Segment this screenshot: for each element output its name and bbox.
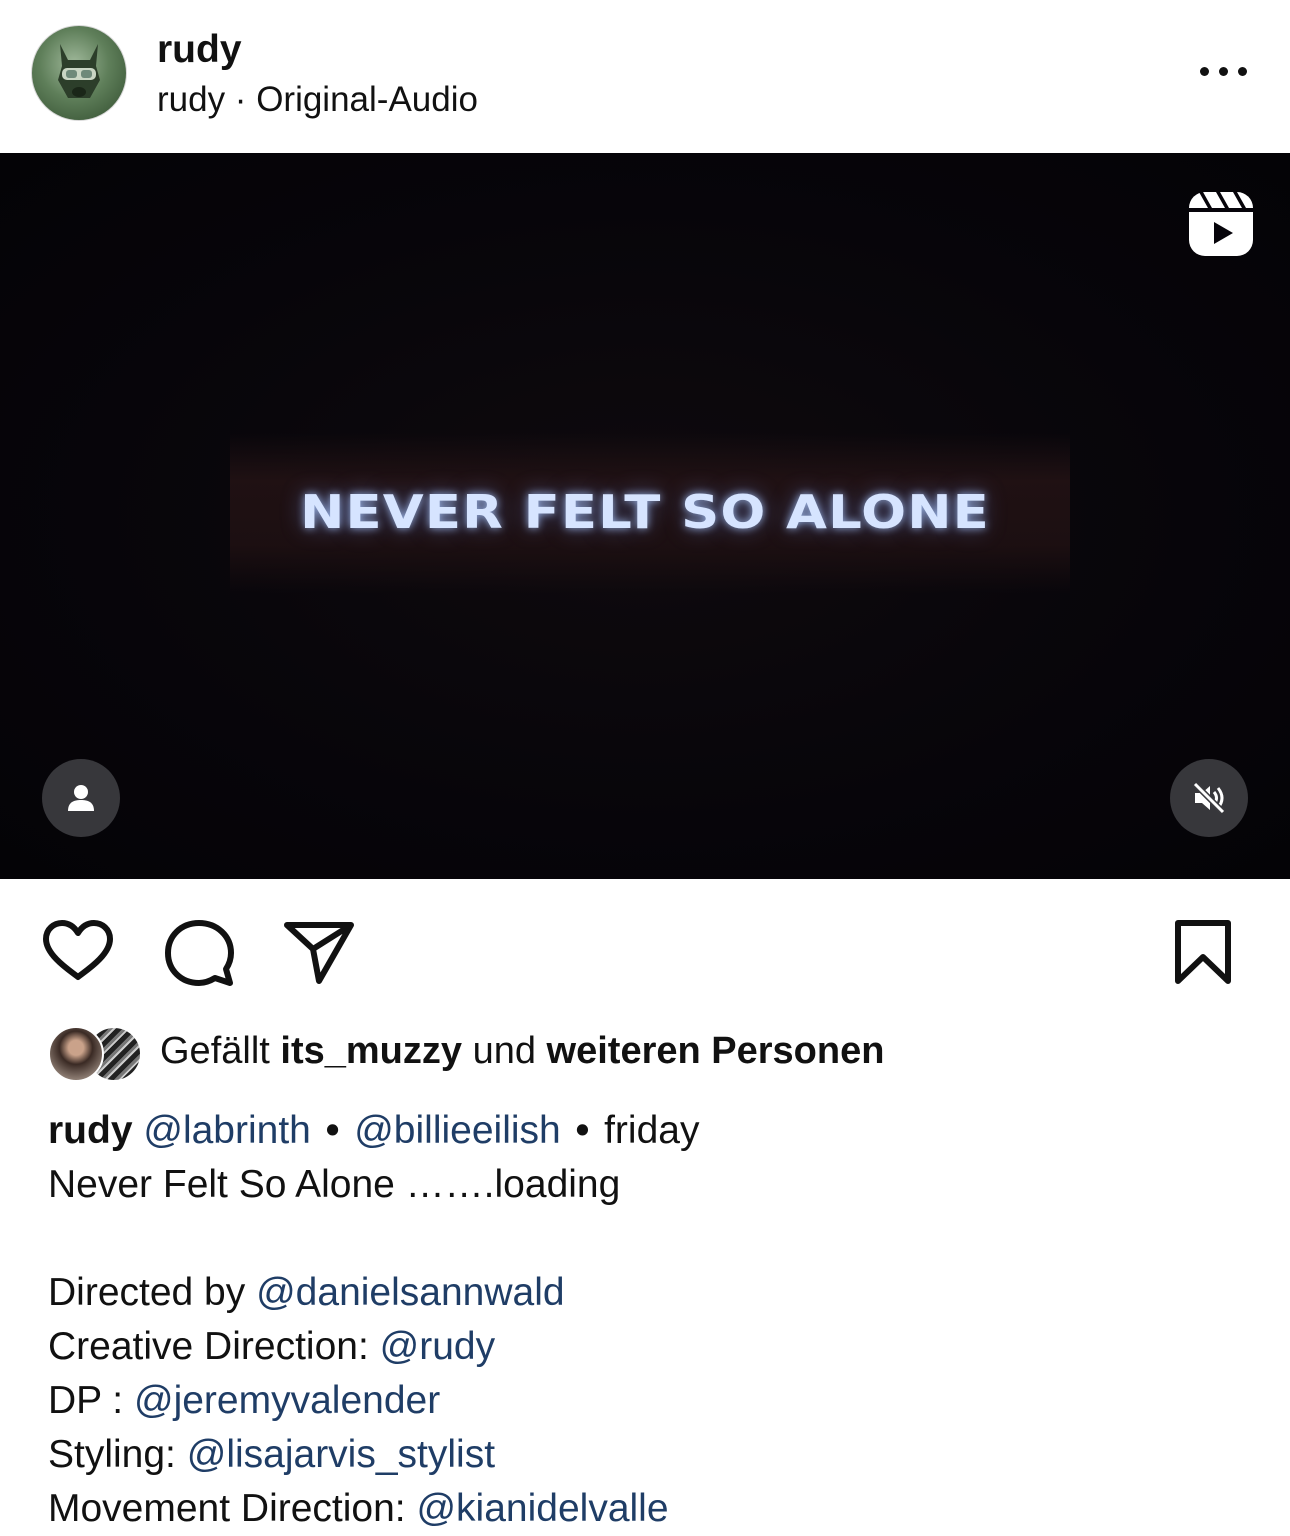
separator-dot: • — [325, 1109, 340, 1152]
person-tag-icon — [68, 785, 94, 811]
credit-line: Movement Direction: @kianidelvalle — [48, 1482, 1268, 1536]
mention-link[interactable]: @rudy — [380, 1325, 495, 1368]
heart-icon[interactable] — [42, 919, 114, 983]
mention-link[interactable]: @kianidelvalle — [416, 1487, 668, 1530]
speaker-muted-icon — [1192, 781, 1226, 815]
likes-others-link[interactable]: weiteren Personen — [547, 1030, 885, 1072]
likes-text: Gefällt its_muzzy und weiteren Personen — [160, 1030, 884, 1073]
bookmark-icon[interactable] — [1172, 919, 1234, 985]
credit-label: Movement Direction: — [48, 1487, 417, 1530]
credit-line: Styling: @lisajarvis_stylist — [48, 1428, 1268, 1482]
tagged-people-button[interactable] — [42, 759, 120, 837]
mention-link[interactable]: @billieeilish — [354, 1109, 561, 1152]
separator-dot: • — [575, 1109, 590, 1152]
credit-line: Directed by @danielsannwald — [48, 1266, 1268, 1320]
credit-label: DP : — [48, 1379, 134, 1422]
more-dot — [1238, 67, 1247, 76]
post-header: rudy rudy · Original-Audio — [0, 0, 1290, 153]
mute-toggle-button[interactable] — [1170, 759, 1248, 837]
caption-line: Never Felt So Alone …….loading — [48, 1163, 621, 1206]
credit-line: Creative Direction: @rudy — [48, 1320, 1268, 1374]
more-dot — [1219, 67, 1228, 76]
credit-line: DP : @jeremyvalender — [48, 1374, 1268, 1428]
post-audio-subline[interactable]: rudy · Original-Audio — [157, 80, 478, 120]
credit-label: Styling: — [48, 1433, 187, 1476]
post-caption: rudy @labrinth • @billieeilish • friday … — [48, 1104, 1268, 1536]
likes-prefix: Gefällt — [160, 1030, 281, 1072]
mention-link[interactable]: @danielsannwald — [256, 1271, 564, 1314]
caption-author[interactable]: rudy — [48, 1109, 133, 1152]
more-horizontal-icon — [1200, 67, 1209, 76]
credit-label: Creative Direction: — [48, 1325, 380, 1368]
profile-avatar[interactable] — [31, 25, 127, 121]
more-options-button[interactable] — [1196, 58, 1252, 86]
comment-bubble-icon[interactable] — [163, 917, 235, 989]
video-overlay-text: NEVER FELT SO ALONE — [300, 485, 990, 539]
likes-summary[interactable]: Gefällt its_muzzy und weiteren Personen — [48, 1026, 1248, 1082]
credit-label: Directed by — [48, 1271, 257, 1314]
paper-plane-icon[interactable] — [283, 919, 355, 985]
post-action-bar — [0, 879, 1290, 1009]
post-username[interactable]: rudy — [157, 28, 242, 72]
reel-video[interactable]: NEVER FELT SO ALONE — [0, 153, 1290, 879]
caption-time: friday — [604, 1109, 700, 1152]
mention-link[interactable]: @labrinth — [143, 1109, 311, 1152]
caption-line: rudy @labrinth • @billieeilish • friday — [48, 1104, 1268, 1158]
liker-avatar — [48, 1026, 104, 1082]
likes-user-link[interactable]: its_muzzy — [280, 1030, 462, 1072]
mention-link[interactable]: @lisajarvis_stylist — [187, 1433, 495, 1476]
dog-avatar-icon — [58, 44, 100, 98]
reels-icon[interactable] — [1186, 189, 1256, 259]
likes-middle: und — [462, 1030, 547, 1072]
mention-link[interactable]: @jeremyvalender — [134, 1379, 440, 1422]
